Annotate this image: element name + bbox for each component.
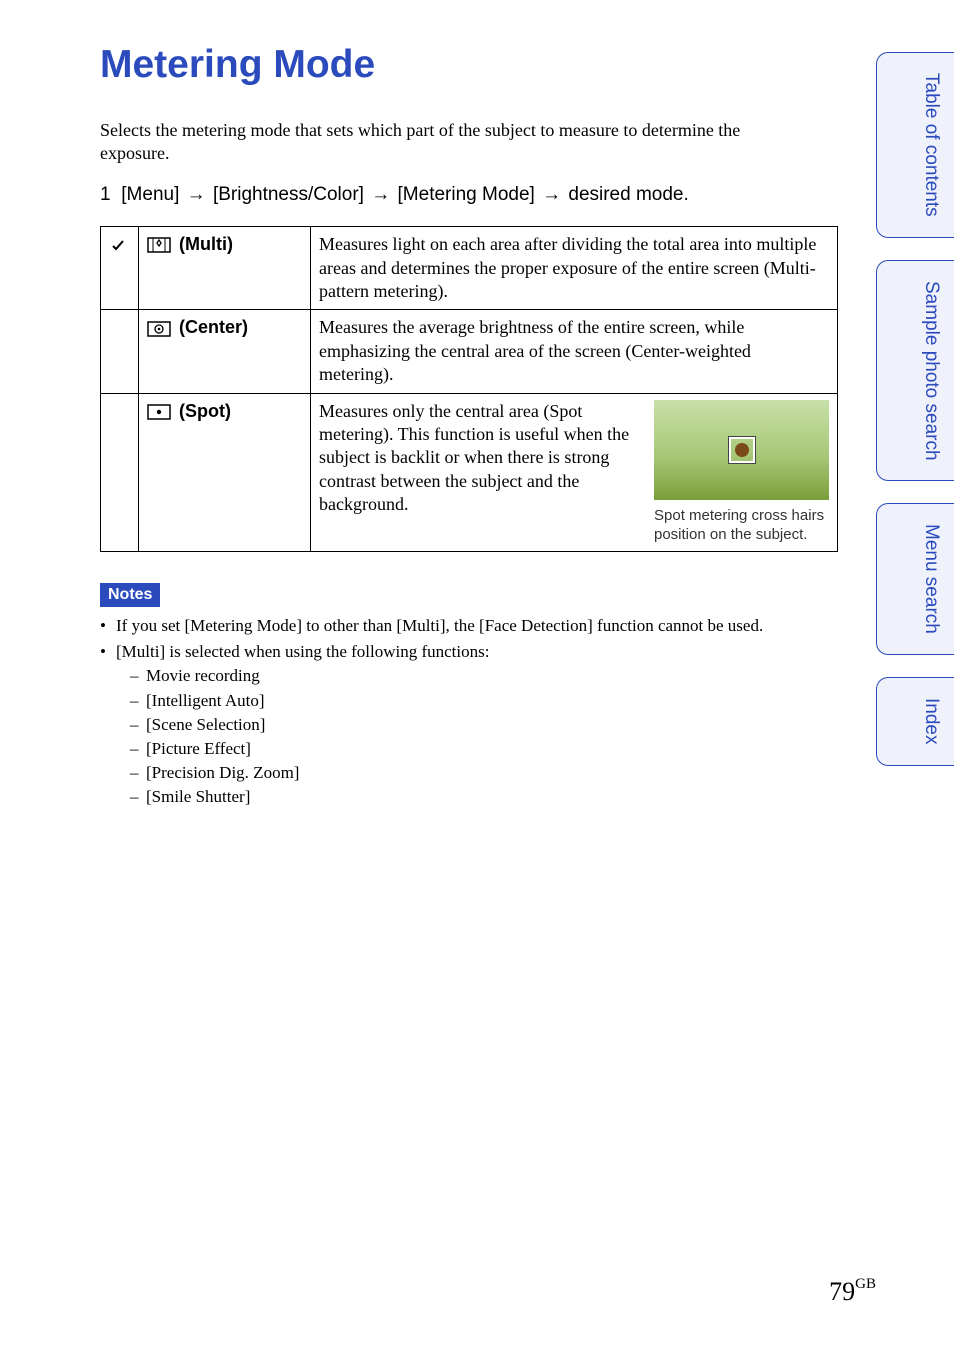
tab-menu-search[interactable]: Menu search [876, 503, 954, 655]
modes-table: (Multi) Measures light on each area afte… [100, 226, 838, 551]
step-path-1: [Brightness/Color] [213, 184, 364, 205]
list-item: If you set [Metering Mode] to other than… [100, 615, 840, 637]
mode-cell: (Multi) [139, 227, 311, 310]
mode-cell: (Center) [139, 310, 311, 393]
arrow-icon: → [369, 183, 392, 208]
spot-figure: Spot metering cross hairs position on th… [654, 400, 829, 545]
mode-description: Measures light on each area after dividi… [311, 227, 838, 310]
page-title: Metering Mode [100, 40, 840, 91]
multi-metering-icon [147, 234, 179, 254]
mode-cell: (Spot) [139, 393, 311, 551]
step-path-2: [Metering Mode] [398, 184, 535, 205]
center-metering-icon [147, 317, 179, 337]
tab-index[interactable]: Index [876, 677, 954, 765]
page-number: 79GB [829, 1275, 876, 1309]
spot-metering-icon [147, 401, 179, 421]
list-item: [Multi] is selected when using the follo… [100, 641, 840, 808]
notes-sublist: Movie recording [Intelligent Auto] [Scen… [116, 665, 840, 808]
intro-text: Selects the metering mode that sets whic… [100, 119, 800, 166]
mode-label: (Spot) [179, 401, 231, 421]
notes-heading: Notes [100, 583, 160, 608]
table-row: (Spot) Measures only the central area (S… [101, 393, 838, 551]
page-number-value: 79 [829, 1277, 855, 1306]
crosshair-icon [729, 437, 755, 463]
mode-label: (Center) [179, 317, 248, 337]
spot-description-text: Measures only the central area (Spot met… [319, 400, 640, 545]
mode-label: (Multi) [179, 234, 233, 254]
arrow-icon: → [540, 183, 563, 208]
list-item: [Intelligent Auto] [116, 690, 840, 712]
list-item: [Precision Dig. Zoom] [116, 762, 840, 784]
arrow-icon: → [185, 183, 208, 208]
mode-description: Measures only the central area (Spot met… [311, 393, 838, 551]
step-path-3: desired mode. [568, 184, 688, 205]
step-path-0: [Menu] [121, 184, 179, 205]
list-item: [Smile Shutter] [116, 786, 840, 808]
spot-figure-caption: Spot metering cross hairs position on th… [654, 506, 829, 545]
default-check-icon [101, 227, 139, 310]
list-item: [Scene Selection] [116, 714, 840, 736]
note-text: If you set [Metering Mode] to other than… [116, 616, 763, 635]
tab-sample-photo-search[interactable]: Sample photo search [876, 260, 954, 482]
default-check [101, 393, 139, 551]
list-item: [Picture Effect] [116, 738, 840, 760]
notes-list: If you set [Metering Mode] to other than… [100, 615, 840, 808]
mode-description: Measures the average brightness of the e… [311, 310, 838, 393]
note-text: [Multi] is selected when using the follo… [116, 642, 489, 661]
table-row: (Multi) Measures light on each area afte… [101, 227, 838, 310]
step-number: 1 [100, 183, 116, 208]
side-navigation: Table of contents Sample photo search Me… [876, 52, 954, 766]
list-item: Movie recording [116, 665, 840, 687]
default-check [101, 310, 139, 393]
tab-table-of-contents[interactable]: Table of contents [876, 52, 954, 238]
table-row: (Center) Measures the average brightness… [101, 310, 838, 393]
procedure-step: 1 [Menu] → [Brightness/Color] → [Meterin… [100, 183, 840, 208]
page-number-suffix: GB [855, 1276, 876, 1292]
spot-sample-image [654, 400, 829, 500]
